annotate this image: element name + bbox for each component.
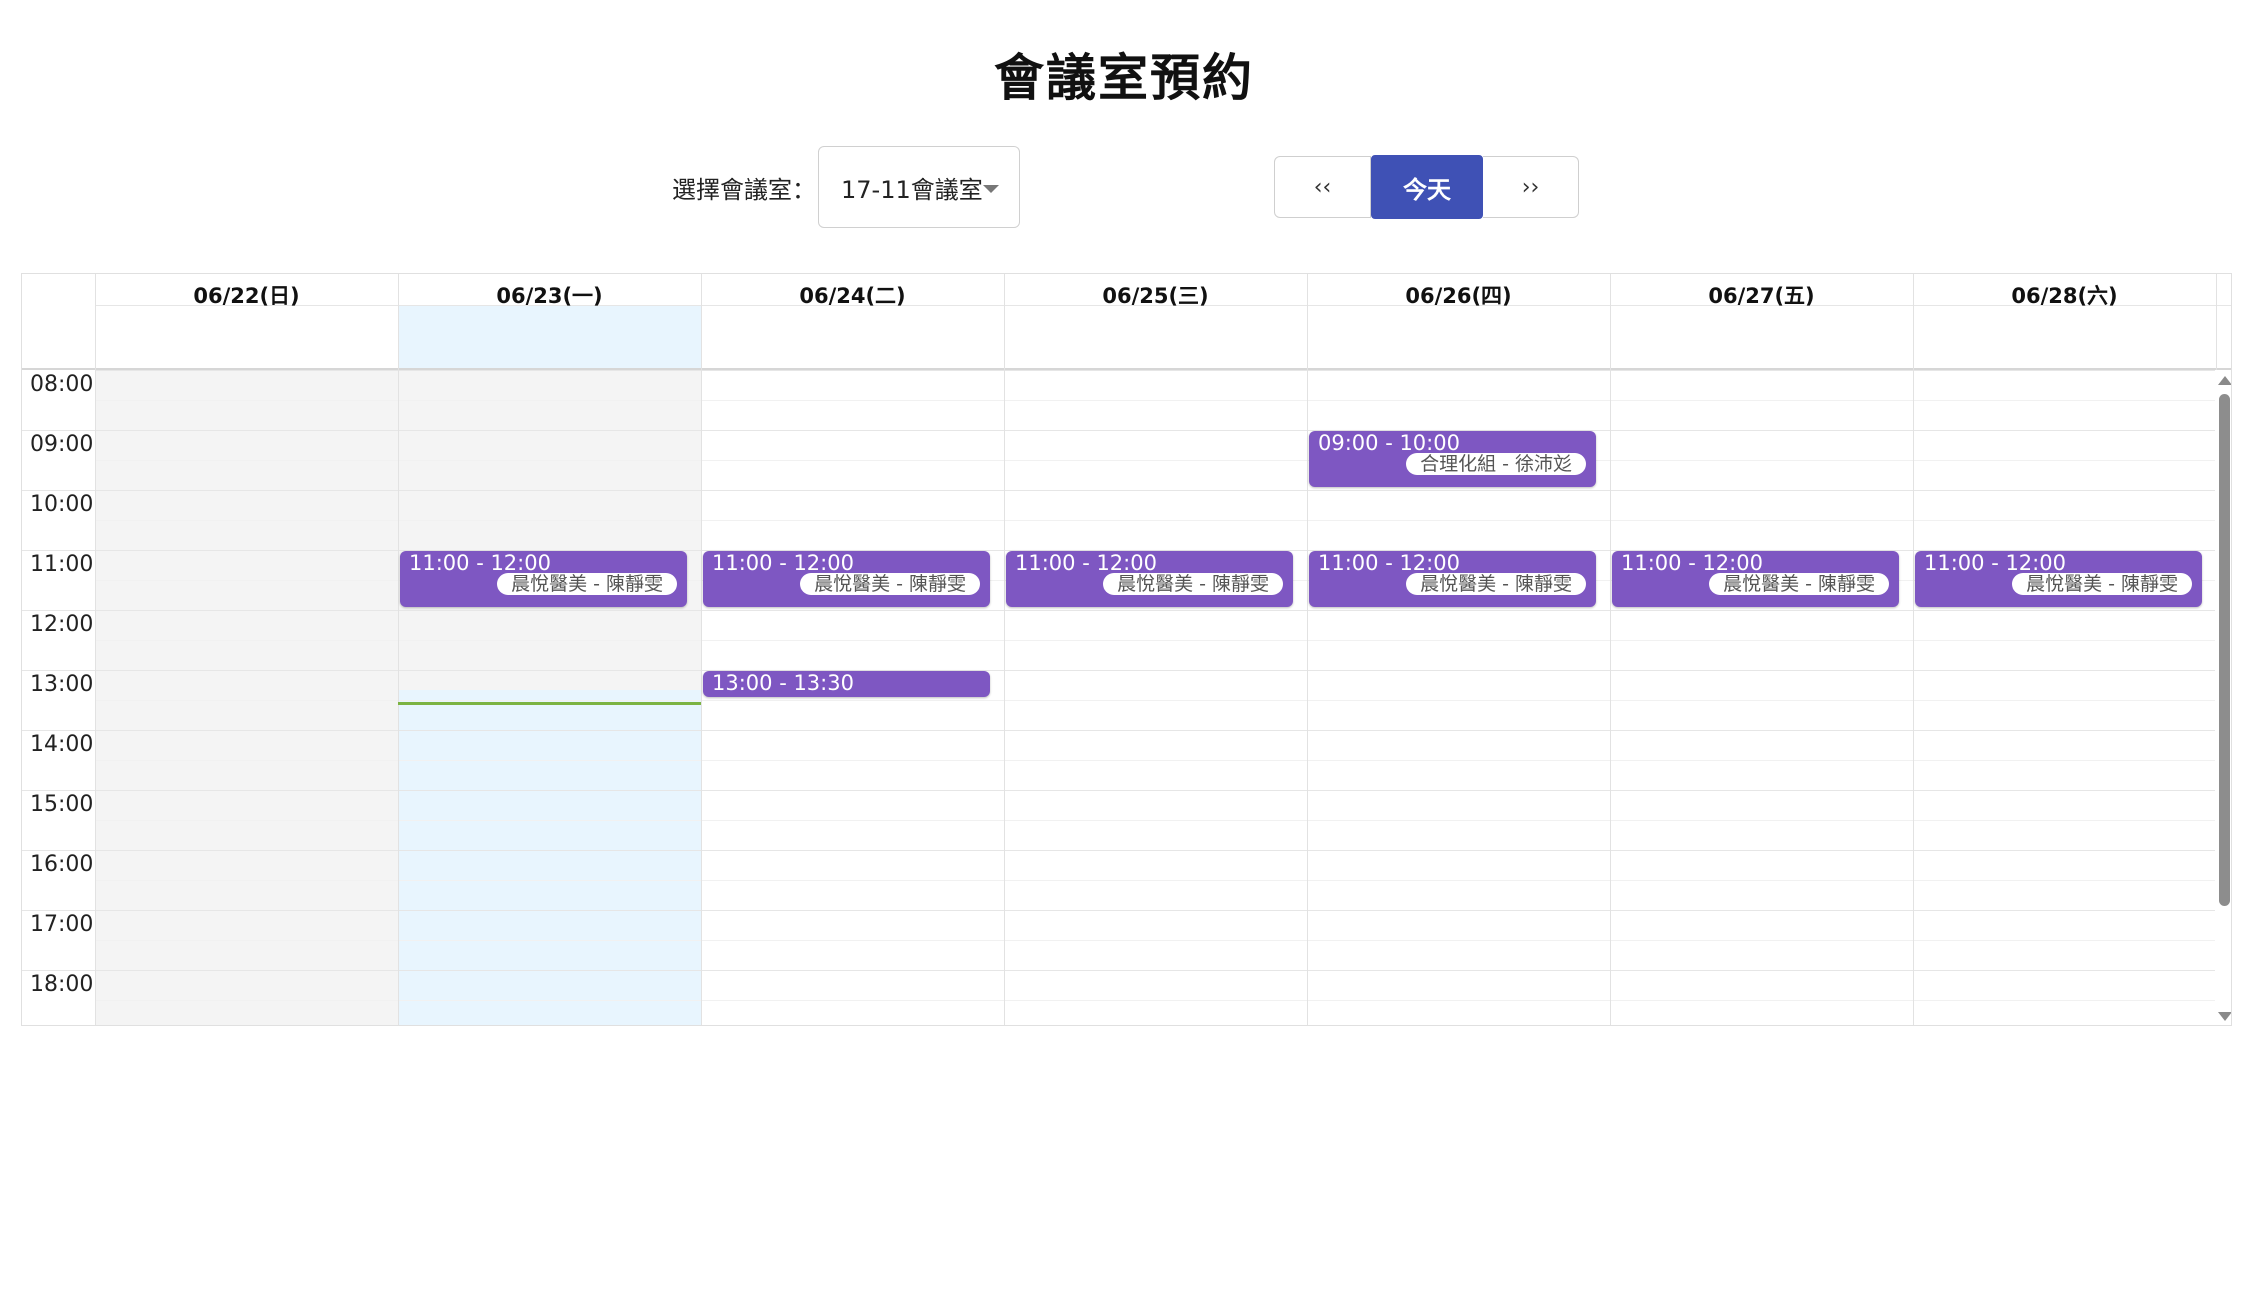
time-label: 10:00	[30, 492, 94, 517]
hour-line	[95, 910, 2215, 911]
hour-line	[95, 490, 2215, 491]
week-calendar: 08:00 09:00 10:00 11:00 12:00 13:00 14:00 15:00…	[21, 273, 2232, 1026]
next-week-button[interactable]: ››	[1483, 156, 1579, 218]
event-block[interactable]: 11:00 - 12:00 晨悅醫美 - 陳靜雯	[400, 551, 687, 607]
time-label: 16:00	[30, 852, 94, 877]
column-line	[1610, 274, 1611, 1025]
caret-down-icon	[983, 185, 999, 193]
time-label: 12:00	[30, 612, 94, 637]
scrollbar-thumb[interactable]	[2219, 394, 2230, 906]
room-selector-label: 選擇會議室：	[672, 176, 816, 204]
time-label: 14:00	[30, 732, 94, 757]
scroll-down-icon[interactable]	[2218, 1012, 2231, 1021]
column-line	[95, 274, 96, 1025]
time-gutter-line	[22, 430, 95, 431]
half-hour-line	[95, 520, 2215, 521]
time-gutter-line	[22, 970, 95, 971]
event-time: 11:00 - 12:00	[1924, 551, 2066, 575]
event-description: 晨悅醫美 - 陳靜雯	[2012, 573, 2192, 595]
column-line	[398, 274, 399, 1025]
event-block[interactable]: 11:00 - 12:00 晨悅醫美 - 陳靜雯	[1612, 551, 1899, 607]
event-description: 晨悅醫美 - 陳靜雯	[800, 573, 980, 595]
half-hour-line	[95, 1000, 2215, 1001]
calendar-grid: 08:00 09:00 10:00 11:00 12:00 13:00 14:00 15:00…	[22, 274, 2231, 1025]
page: 會議室預約 選擇會議室： 17-11會議室 ‹‹ 今天 ›› 08:00 09:0…	[0, 0, 2248, 1291]
event-description: 晨悅醫美 - 陳靜雯	[1406, 573, 1586, 595]
current-time-indicator	[398, 701, 701, 705]
event-description: 合理化組 - 徐沛彣	[1406, 453, 1586, 475]
day-column-bg	[95, 370, 398, 1025]
half-hour-line	[95, 880, 2215, 881]
event-time: 11:00 - 12:00	[712, 551, 854, 575]
time-label: 11:00	[30, 552, 94, 577]
event-time: 11:00 - 12:00	[409, 551, 551, 575]
column-line	[1307, 274, 1308, 1025]
time-gutter-line	[22, 850, 95, 851]
time-label: 09:00	[30, 432, 94, 457]
event-time: 11:00 - 12:00	[1015, 551, 1157, 575]
event-description: 晨悅醫美 - 陳靜雯	[1103, 573, 1283, 595]
page-title: 會議室預約	[994, 49, 1254, 107]
half-hour-line	[95, 460, 2215, 461]
time-label: 08:00	[30, 372, 94, 397]
time-label: 17:00	[30, 912, 94, 937]
time-gutter-line	[22, 610, 95, 611]
half-hour-line	[95, 640, 2215, 641]
hour-line	[95, 790, 2215, 791]
event-block[interactable]: 11:00 - 12:00 晨悅醫美 - 陳靜雯	[1309, 551, 1596, 607]
time-gutter-line	[22, 910, 95, 911]
hour-line	[95, 670, 2215, 671]
hour-line	[95, 970, 2215, 971]
half-hour-line	[95, 940, 2215, 941]
allday-divider	[22, 368, 2231, 370]
day-header[interactable]: 06/27(五)	[1610, 280, 1913, 308]
time-label: 18:00	[30, 972, 94, 997]
scroll-up-icon[interactable]	[2218, 376, 2231, 385]
event-block[interactable]: 11:00 - 12:00 晨悅醫美 - 陳靜雯	[703, 551, 990, 607]
room-select[interactable]: 17-11會議室	[818, 146, 1020, 228]
column-line	[1913, 274, 1914, 1025]
event-time: 13:00 - 13:30	[712, 671, 854, 695]
time-label: 15:00	[30, 792, 94, 817]
hour-line	[95, 610, 2215, 611]
event-block[interactable]: 11:00 - 12:00 晨悅醫美 - 陳靜雯	[1915, 551, 2202, 607]
half-hour-line	[95, 400, 2215, 401]
calendar-scrollbar[interactable]	[2215, 370, 2231, 1025]
time-gutter-line	[22, 670, 95, 671]
hour-line	[95, 730, 2215, 731]
event-time: 11:00 - 12:00	[1621, 551, 1763, 575]
column-line	[701, 274, 702, 1025]
time-gutter-line	[22, 550, 95, 551]
time-gutter-line	[22, 730, 95, 731]
hour-line	[95, 370, 2215, 371]
room-select-value: 17-11會議室	[841, 175, 983, 204]
hour-line	[95, 850, 2215, 851]
time-gutter-line	[22, 490, 95, 491]
event-time: 11:00 - 12:00	[1318, 551, 1460, 575]
half-hour-line	[95, 760, 2215, 761]
day-header[interactable]: 06/25(三)	[1004, 280, 1307, 308]
today-button[interactable]: 今天	[1371, 155, 1483, 219]
time-gutter-line	[22, 790, 95, 791]
event-block[interactable]: 13:00 - 13:30	[703, 671, 990, 697]
past-hours-bg	[398, 370, 701, 690]
day-header[interactable]: 06/22(日)	[95, 280, 398, 308]
event-description: 晨悅醫美 - 陳靜雯	[497, 573, 677, 595]
date-nav: ‹‹ 今天 ››	[1274, 155, 1579, 219]
column-line	[1004, 274, 1005, 1025]
event-time: 09:00 - 10:00	[1318, 431, 1460, 455]
prev-week-button[interactable]: ‹‹	[1274, 156, 1371, 218]
event-block[interactable]: 09:00 - 10:00 合理化組 - 徐沛彣	[1309, 431, 1596, 487]
day-header[interactable]: 06/23(一)	[398, 280, 701, 308]
day-header[interactable]: 06/26(四)	[1307, 280, 1610, 308]
time-label: 13:00	[30, 672, 94, 697]
day-header[interactable]: 06/28(六)	[1913, 280, 2216, 308]
hour-line	[95, 430, 2215, 431]
event-block[interactable]: 11:00 - 12:00 晨悅醫美 - 陳靜雯	[1006, 551, 1293, 607]
day-header[interactable]: 06/24(二)	[701, 280, 1004, 308]
half-hour-line	[95, 820, 2215, 821]
event-description: 晨悅醫美 - 陳靜雯	[1709, 573, 1889, 595]
